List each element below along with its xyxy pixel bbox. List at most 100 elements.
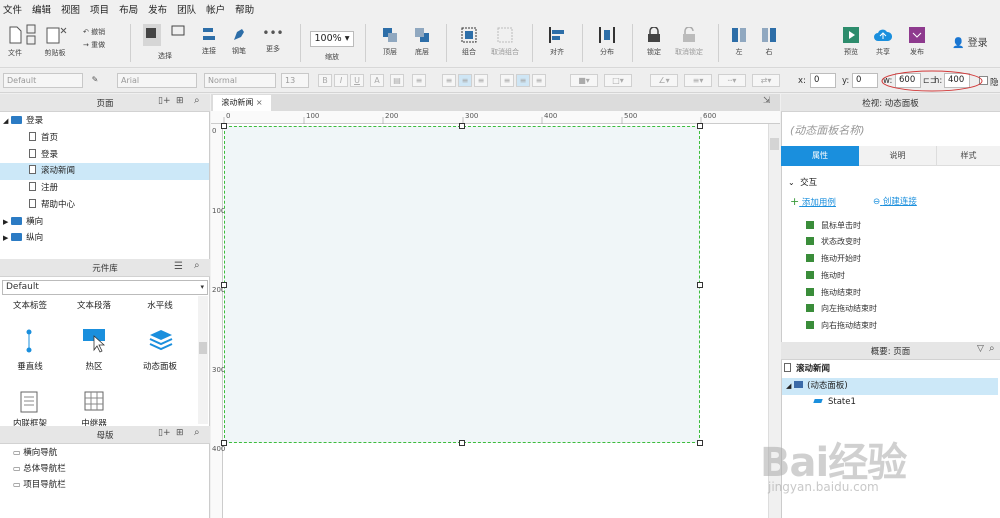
bold-button[interactable]: B <box>318 74 332 87</box>
master-item[interactable]: ▭ 项目导航栏 <box>0 477 209 494</box>
x-input[interactable]: 0 <box>810 73 836 88</box>
panel-name-input[interactable]: (动态面板名称) <box>790 122 865 138</box>
group-button[interactable]: 组合 <box>456 27 482 57</box>
bring-to-front-button[interactable]: 顶层 <box>378 27 402 57</box>
dynamic-panel-widget[interactable] <box>224 126 700 443</box>
add-folder-icon[interactable]: ⊞ <box>176 96 184 106</box>
outline-state[interactable]: State1 <box>782 394 998 411</box>
size-select[interactable]: 13 <box>281 73 309 88</box>
send-to-back-button[interactable]: 底层 <box>410 27 434 57</box>
lib-dynamic-panel[interactable]: 动态面板 <box>130 360 190 372</box>
arrow-style-button[interactable]: ⇄▾ <box>752 74 780 87</box>
resize-handle[interactable] <box>697 282 703 288</box>
login-button[interactable]: 👤 登录 <box>952 34 998 49</box>
valign-middle-button[interactable]: ≡ <box>516 74 530 87</box>
search-icon[interactable]: ⌕ <box>194 95 200 106</box>
undo-button[interactable]: ↶ 撤销 <box>83 27 117 37</box>
resize-handle[interactable] <box>221 282 227 288</box>
line-width-button[interactable]: ≡▾ <box>684 74 712 87</box>
resize-handle[interactable] <box>221 123 227 129</box>
zoom-select[interactable]: 100% ▾ <box>310 31 354 47</box>
master-item[interactable]: ▭ 总体导航栏 <box>0 461 209 478</box>
font-color-button[interactable]: A <box>370 74 384 87</box>
scroll-thumb[interactable] <box>770 138 779 150</box>
pen-button[interactable]: 钢笔 <box>228 26 250 56</box>
line-style-button[interactable]: ┄▾ <box>718 74 746 87</box>
left-button[interactable]: 左 <box>728 27 750 57</box>
style-edit-icon[interactable]: ✎ <box>88 74 102 87</box>
distribute-button[interactable]: 分布 <box>592 27 622 57</box>
event-item[interactable]: 状态改变时 <box>806 235 861 250</box>
library-scrollbar[interactable] <box>198 296 208 424</box>
event-item[interactable]: 鼠标单击时 <box>806 219 861 234</box>
redo-button[interactable]: → 重做 <box>83 40 117 50</box>
tree-page-register[interactable]: 注册 <box>0 180 209 197</box>
align-right-button[interactable]: ≡ <box>474 74 488 87</box>
underline-button[interactable]: U <box>350 74 364 87</box>
italic-button[interactable]: I <box>334 74 348 87</box>
unlock-button[interactable]: 取消锁定 <box>672 26 706 57</box>
tree-page-scroll-news[interactable]: 滚动新闻 <box>0 163 209 180</box>
valign-bottom-button[interactable]: ≡ <box>532 74 546 87</box>
align-button[interactable]: 对齐 <box>542 27 572 57</box>
clipboard-button[interactable]: 剪贴板 <box>40 26 70 58</box>
event-item[interactable]: 拖动时 <box>806 269 845 284</box>
file-button[interactable]: 文件 <box>4 26 26 58</box>
create-link-link[interactable]: ⊖ 创建连接 <box>873 195 917 207</box>
resize-handle[interactable] <box>221 440 227 446</box>
highlight-button[interactable]: ▤ <box>390 74 404 87</box>
lib-inline-frame[interactable]: 内联框架 <box>0 417 60 426</box>
tree-folder-vertical[interactable]: ▶ 纵向 <box>0 230 209 247</box>
line-color-button[interactable]: ∠▾ <box>650 74 678 87</box>
right-button[interactable]: 右 <box>758 27 780 57</box>
style-select[interactable]: Default <box>3 73 83 88</box>
add-folder-icon[interactable]: ⊞ <box>176 428 184 438</box>
ungroup-button[interactable]: 取消组合 <box>488 27 522 57</box>
lib-vertical-line[interactable]: 垂直线 <box>0 360 60 372</box>
share-button[interactable]: 共享 <box>872 27 894 57</box>
menu-account[interactable]: 帐户 <box>206 2 225 16</box>
align-left-button[interactable]: ≡ <box>442 74 456 87</box>
tree-page-help[interactable]: 帮助中心 <box>0 197 209 214</box>
weight-select[interactable]: Normal <box>204 73 276 88</box>
lib-text-label[interactable]: 文本标签 <box>0 299 60 311</box>
menu-edit[interactable]: 编辑 <box>32 2 51 16</box>
outline-page[interactable]: 滚动新闻 <box>784 361 998 378</box>
menu-publish[interactable]: 发布 <box>148 2 167 16</box>
event-item[interactable]: 向右拖动结束时 <box>806 319 877 334</box>
preview-button[interactable]: 预览 <box>840 27 862 57</box>
tab-properties[interactable]: 属性 <box>781 146 859 166</box>
fill-color-button[interactable]: ■▾ <box>570 74 598 87</box>
master-item[interactable]: ▭ 横向导航 <box>0 445 209 462</box>
add-master-icon[interactable]: ▯+ <box>158 428 171 438</box>
publish-button[interactable]: 发布 <box>904 27 930 57</box>
font-select[interactable]: Arial <box>117 73 197 88</box>
menu-view[interactable]: 视图 <box>61 2 80 16</box>
resize-handle[interactable] <box>697 440 703 446</box>
lib-horizontal-line[interactable]: 水平线 <box>130 299 190 311</box>
tree-page-home[interactable]: 首页 <box>0 130 209 147</box>
y-input[interactable]: 0 <box>852 73 878 88</box>
tab-scroll-news[interactable]: 滚动新闻 × <box>213 95 271 111</box>
valign-top-button[interactable]: ≡ <box>500 74 514 87</box>
lock-button[interactable]: 锁定 <box>642 26 666 57</box>
add-page-icon[interactable]: ▯+ <box>158 96 171 106</box>
close-icon[interactable]: × <box>256 98 263 107</box>
resize-handle[interactable] <box>459 440 465 446</box>
resize-handle[interactable] <box>697 123 703 129</box>
search-icon[interactable]: ⌕ <box>989 343 995 354</box>
search-icon[interactable]: ⌕ <box>194 427 200 438</box>
tree-folder-login[interactable]: ◢ 登录 <box>0 113 209 130</box>
event-item[interactable]: 拖动结束时 <box>806 286 861 301</box>
interaction-section[interactable]: ⌄ 交互 <box>788 176 817 188</box>
connect-button[interactable]: 连接 <box>198 26 220 56</box>
library-select[interactable]: Default ▾ <box>2 280 208 295</box>
lib-repeater[interactable]: 中继器 <box>64 417 124 426</box>
add-case-link[interactable]: + 添加用例 <box>790 195 836 208</box>
align-center-button[interactable]: ≡ <box>458 74 472 87</box>
point-select-button[interactable] <box>168 25 188 43</box>
tab-notes[interactable]: 说明 <box>859 146 937 166</box>
shadow-button[interactable]: □▾ <box>604 74 632 87</box>
menu-project[interactable]: 项目 <box>90 2 109 16</box>
expand-icon[interactable]: ⇲ <box>763 96 771 106</box>
